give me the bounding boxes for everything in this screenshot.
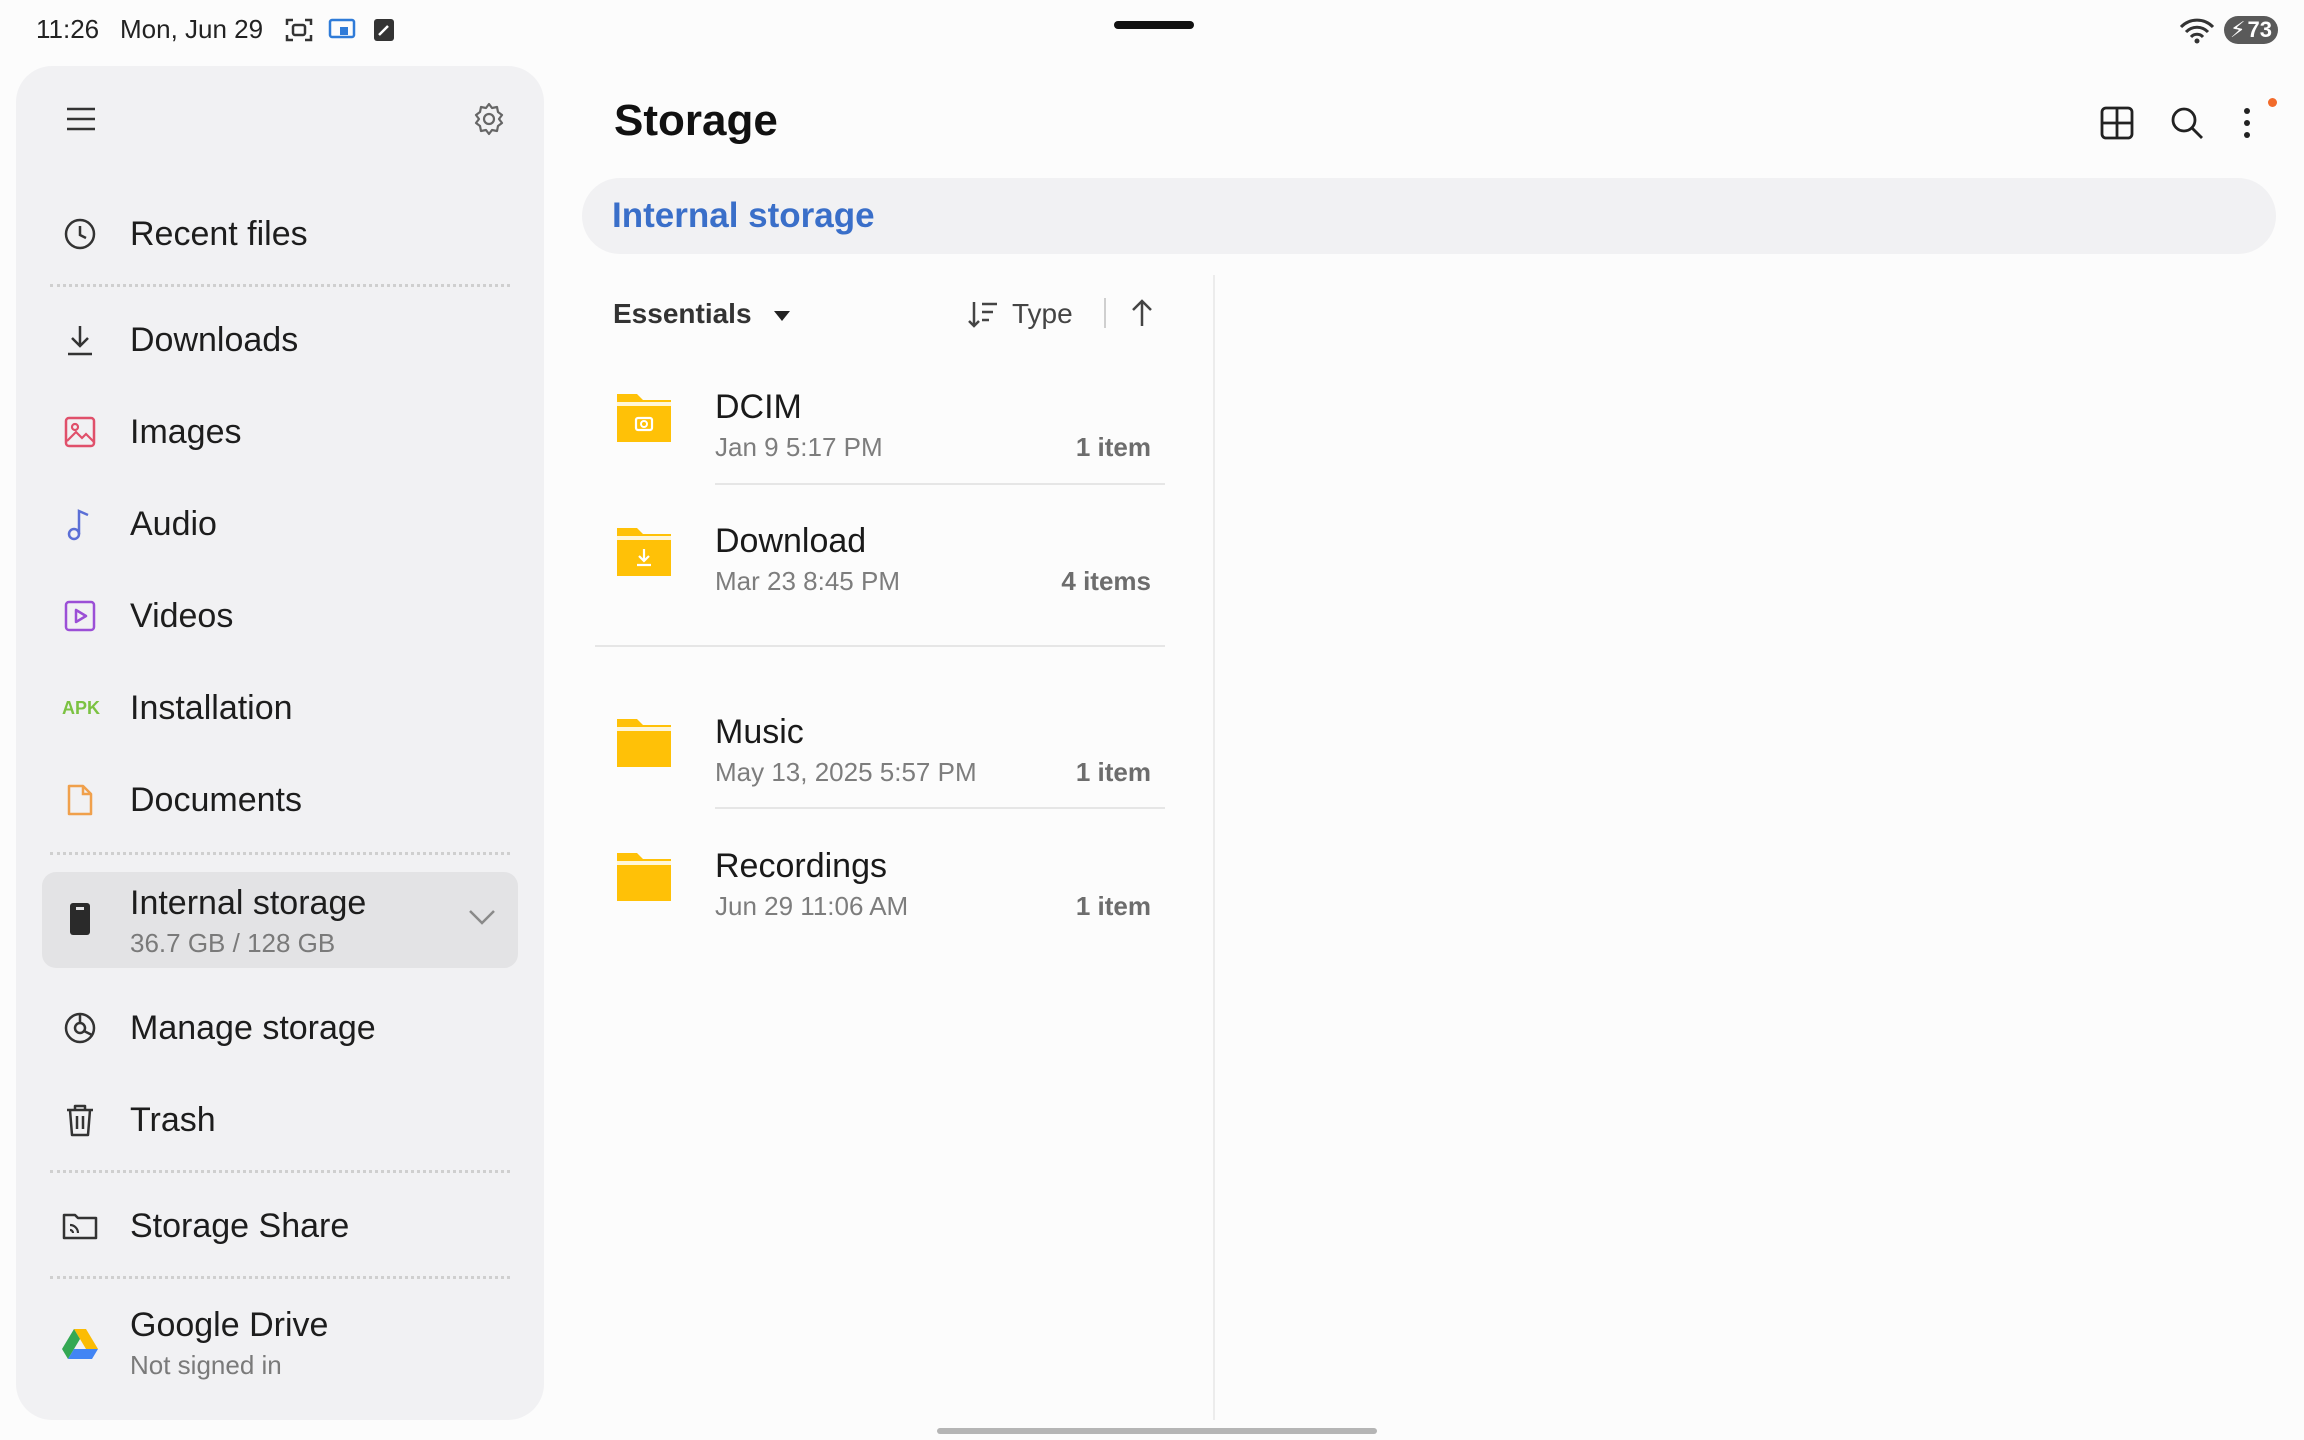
chevron-down-icon[interactable] <box>468 908 496 926</box>
row-divider <box>715 483 1165 485</box>
sidebar-item-recent-files[interactable]: Recent files <box>16 190 544 278</box>
cast-icon <box>328 17 358 43</box>
google-drive-icon <box>62 1325 98 1361</box>
sidebar-item-label: Storage Share <box>130 1206 350 1245</box>
document-icon <box>62 782 98 818</box>
breadcrumb-internal-storage[interactable]: Internal storage <box>612 196 875 236</box>
list-item[interactable]: Download Mar 23 8:45 PM 4 items <box>595 496 1173 628</box>
divider <box>50 284 510 287</box>
breadcrumb: Internal storage <box>582 178 2276 254</box>
sidebar-item-audio[interactable]: Audio <box>16 480 544 568</box>
cast-folder-icon <box>62 1208 98 1244</box>
file-date: Jan 9 5:17 PM <box>715 432 883 462</box>
sidebar-item-label: Google Drive <box>130 1306 329 1344</box>
sort-button[interactable]: Type <box>968 298 1073 330</box>
apk-icon: APK <box>61 697 100 718</box>
sidebar-item-downloads[interactable]: Downloads <box>16 296 544 384</box>
list-item[interactable]: Recordings Jun 29 11:06 AM 1 item <box>595 821 1173 953</box>
wifi-icon <box>2178 15 2218 45</box>
edit-note-icon <box>372 17 396 43</box>
file-name: Music <box>715 713 804 751</box>
drive-signin-status: Not signed in <box>130 1350 282 1380</box>
trash-icon <box>62 1102 98 1138</box>
item-count: 1 item <box>1075 891 1151 921</box>
item-count: 1 item <box>1075 757 1151 787</box>
camera-folder-icon <box>613 390 675 446</box>
clock-icon <box>62 216 98 252</box>
sidebar-item-label: Documents <box>130 780 302 819</box>
battery-indicator: ⚡ 73 <box>2224 16 2278 44</box>
item-count: 4 items <box>1061 566 1151 596</box>
sidebar-item-documents[interactable]: Documents <box>16 756 544 844</box>
top-handle <box>1114 21 1194 29</box>
sidebar-item-label: Recent files <box>130 214 308 253</box>
notification-dot <box>2268 98 2277 107</box>
sidebar-item-label: Images <box>130 412 242 451</box>
row-divider <box>715 807 1165 809</box>
filter-label: Essentials <box>613 298 752 329</box>
hamburger-icon[interactable] <box>66 106 96 132</box>
music-note-icon <box>62 506 98 542</box>
section-divider <box>595 645 1165 647</box>
sidebar-item-trash[interactable]: Trash <box>16 1076 544 1164</box>
storage-usage: 36.7 GB / 128 GB <box>130 928 336 958</box>
phone-storage-icon <box>68 902 92 936</box>
sidebar-item-label: Videos <box>130 596 234 635</box>
file-date: May 13, 2025 5:57 PM <box>715 757 977 787</box>
page-title: Storage <box>614 96 778 145</box>
download-icon <box>62 322 98 358</box>
sidebar-item-label: Audio <box>130 504 217 543</box>
list-item[interactable]: DCIM Jan 9 5:17 PM 1 item <box>595 362 1173 494</box>
screenshot-icon <box>284 16 314 44</box>
file-date: Mar 23 8:45 PM <box>715 566 900 596</box>
sidebar-item-storage-share[interactable]: Storage Share <box>16 1182 544 1270</box>
sidebar-item-label: Internal storage <box>130 884 367 922</box>
list-item[interactable]: Music May 13, 2025 5:57 PM 1 item <box>595 687 1173 819</box>
sidebar-item-label: Trash <box>130 1100 216 1139</box>
sidebar-item-manage-storage[interactable]: Manage storage <box>16 984 544 1072</box>
sort-icon <box>968 300 998 328</box>
divider <box>50 1170 510 1173</box>
sidebar-item-label: Installation <box>130 688 293 727</box>
battery-level: 73 <box>2247 17 2272 42</box>
status-date: Mon, Jun 29 <box>120 14 264 44</box>
sidebar-item-label: Manage storage <box>130 1008 376 1047</box>
item-count: 1 item <box>1075 432 1151 462</box>
gesture-bar[interactable] <box>937 1428 1377 1434</box>
grid-view-icon[interactable] <box>2100 106 2134 140</box>
file-name: DCIM <box>715 388 802 426</box>
search-icon[interactable] <box>2170 106 2204 140</box>
status-time: 11:26 <box>36 14 100 44</box>
dropdown-arrow-icon <box>773 310 791 322</box>
file-date: Jun 29 11:06 AM <box>715 891 909 921</box>
gear-icon[interactable] <box>472 102 506 136</box>
pane-divider <box>1213 275 1215 1420</box>
sidebar-item-images[interactable]: Images <box>16 388 544 476</box>
sidebar-item-internal-storage[interactable]: Internal storage 36.7 GB / 128 GB <box>42 872 518 968</box>
filter-dropdown[interactable]: Essentials <box>613 298 791 330</box>
download-folder-icon <box>613 524 675 580</box>
status-notification-icons <box>284 16 396 44</box>
sidebar-item-label: Downloads <box>130 320 299 359</box>
file-name: Recordings <box>715 847 887 885</box>
video-icon <box>62 598 98 634</box>
sort-divider <box>1104 298 1106 328</box>
folder-icon <box>613 715 675 771</box>
sidebar-item-google-drive[interactable]: Google Drive Not signed in <box>16 1292 544 1394</box>
charging-icon: ⚡ <box>2230 17 2246 42</box>
more-options-icon[interactable] <box>2242 106 2252 140</box>
sidebar-item-installation[interactable]: APK Installation <box>16 664 544 752</box>
sort-direction-icon[interactable] <box>1130 298 1154 328</box>
divider <box>50 852 510 855</box>
file-name: Download <box>715 522 867 560</box>
sidebar-item-videos[interactable]: Videos <box>16 572 544 660</box>
image-icon <box>62 414 98 450</box>
divider <box>50 1276 510 1279</box>
sort-label: Type <box>1012 298 1073 329</box>
storage-analysis-icon <box>62 1010 98 1046</box>
folder-icon <box>613 849 675 905</box>
sidebar: Recent files Downloads Images Audio Vide… <box>16 66 544 1420</box>
